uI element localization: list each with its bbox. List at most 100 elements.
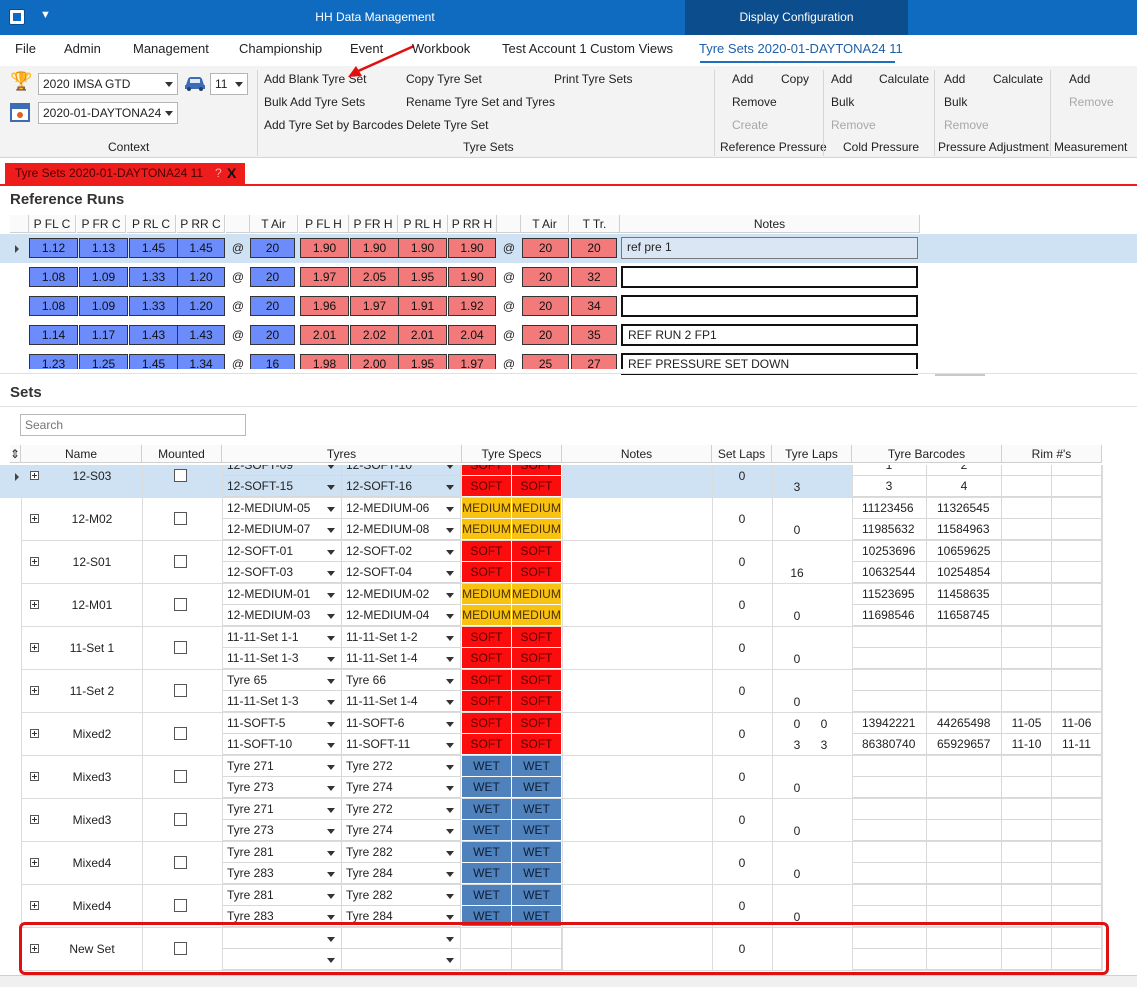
hot-pressure-cell[interactable]: 1.97 xyxy=(300,267,349,287)
cold-pressure-cell[interactable]: 1.13 xyxy=(79,238,128,258)
rim-number-cell[interactable] xyxy=(1002,541,1052,562)
rim-number-cell[interactable] xyxy=(1002,519,1052,540)
set-name[interactable]: Mixed4 xyxy=(42,899,142,913)
chevron-down-icon[interactable] xyxy=(327,593,335,598)
car-select[interactable]: 11 xyxy=(210,73,248,95)
column-header[interactable]: T Air xyxy=(250,215,298,233)
tyre-select[interactable]: 11-11-Set 1-3 xyxy=(223,691,342,712)
tyre-select[interactable]: 11-11-Set 1-1 xyxy=(223,627,342,648)
tyre-select[interactable]: 12-MEDIUM-07 xyxy=(223,519,342,540)
column-header[interactable]: T Air xyxy=(521,215,569,233)
hot-pressure-cell[interactable]: 2.05 xyxy=(350,267,399,287)
chevron-down-icon[interactable] xyxy=(446,894,454,899)
cold-pressure-add-button[interactable]: Add xyxy=(831,72,852,86)
rim-number-cell[interactable] xyxy=(1052,584,1102,605)
tyre-select[interactable]: 11-SOFT-11 xyxy=(342,734,461,755)
mounted-checkbox[interactable] xyxy=(174,813,187,826)
rim-number-cell[interactable] xyxy=(1002,691,1052,712)
close-tab-icon[interactable]: X xyxy=(227,163,236,184)
hot-pressure-cell[interactable]: 1.90 xyxy=(300,238,349,258)
rim-number-cell[interactable] xyxy=(1002,820,1052,841)
ref-pressure-copy-button[interactable]: Copy xyxy=(781,72,809,86)
rim-number-cell[interactable] xyxy=(1002,777,1052,798)
tyre-barcode-cell[interactable]: 65929657 xyxy=(927,734,1002,755)
tyre-select[interactable]: Tyre 273 xyxy=(223,820,342,841)
tyre-barcode-cell[interactable]: 11523695 xyxy=(852,584,927,605)
chevron-down-icon[interactable] xyxy=(446,485,454,490)
tyre-barcode-cell[interactable] xyxy=(852,842,927,863)
air-temp-cell[interactable]: 20 xyxy=(522,325,569,345)
tyre-barcode-cell[interactable]: 10254854 xyxy=(927,562,1002,583)
hot-pressure-cell[interactable]: 1.90 xyxy=(448,238,496,258)
sort-handle-icon[interactable]: ⇕ xyxy=(10,445,21,463)
hot-pressure-cell[interactable]: 1.92 xyxy=(448,296,496,316)
chevron-down-icon[interactable] xyxy=(327,743,335,748)
chevron-down-icon[interactable] xyxy=(446,614,454,619)
cold-pressure-calculate-button[interactable]: Calculate xyxy=(879,72,929,86)
mounted-checkbox[interactable] xyxy=(174,512,187,525)
tyre-select[interactable]: 12-SOFT-01 xyxy=(223,541,342,562)
menu-item[interactable]: File xyxy=(15,41,36,56)
rim-number-cell[interactable] xyxy=(1052,605,1102,626)
chevron-down-icon[interactable] xyxy=(446,765,454,770)
sort-handle[interactable] xyxy=(10,215,29,233)
chevron-down-icon[interactable] xyxy=(446,851,454,856)
cold-pressure-remove-button[interactable]: Remove xyxy=(831,118,876,132)
chevron-down-icon[interactable] xyxy=(446,808,454,813)
set-name[interactable]: 12-M02 xyxy=(42,512,142,526)
column-header-label[interactable]: Tyres xyxy=(222,445,462,463)
hot-pressure-cell[interactable]: 1.90 xyxy=(448,267,496,287)
tyre-select[interactable]: Tyre 65 xyxy=(223,670,342,691)
cold-pressure-cell[interactable]: 1.08 xyxy=(29,296,78,316)
cold-pressure-cell[interactable]: 1.12 xyxy=(29,238,78,258)
tyre-select[interactable]: 11-11-Set 1-3 xyxy=(223,648,342,669)
expand-row-icon[interactable] xyxy=(30,901,39,910)
hot-pressure-cell[interactable]: 2.01 xyxy=(398,325,447,345)
chevron-down-icon[interactable] xyxy=(446,743,454,748)
tyre-barcode-cell[interactable] xyxy=(927,670,1002,691)
air-temp-cell[interactable]: 20 xyxy=(250,267,295,287)
column-header-label[interactable]: Name xyxy=(21,445,142,463)
tyre-barcode-cell[interactable] xyxy=(927,777,1002,798)
set-name[interactable]: 12-S03 xyxy=(42,469,142,483)
cold-pressure-cell[interactable]: 1.33 xyxy=(129,296,178,316)
document-tab[interactable]: Tyre Sets 2020-01-DAYTONA24 11 xyxy=(5,163,245,184)
chevron-down-icon[interactable] xyxy=(327,829,335,834)
tyre-select[interactable]: Tyre 66 xyxy=(342,670,461,691)
tyre-barcode-cell[interactable] xyxy=(927,691,1002,712)
rim-number-cell[interactable] xyxy=(1002,885,1052,906)
column-header[interactable]: P RL H xyxy=(398,215,448,233)
notes-cell[interactable] xyxy=(621,295,918,317)
chevron-down-icon[interactable] xyxy=(446,571,454,576)
tyre-select[interactable]: Tyre 272 xyxy=(342,756,461,777)
air-temp-cell[interactable]: 20 xyxy=(522,296,569,316)
tyre-barcode-cell[interactable] xyxy=(852,670,927,691)
tyre-barcode-cell[interactable]: 44265498 xyxy=(927,713,1002,734)
tyre-barcode-cell[interactable] xyxy=(852,648,927,669)
chevron-down-icon[interactable] xyxy=(327,915,335,920)
column-header-label[interactable]: Notes xyxy=(562,445,712,463)
tyre-barcode-cell[interactable]: 11458635 xyxy=(927,584,1002,605)
tyre-barcode-cell[interactable]: 11698546 xyxy=(852,605,927,626)
rim-number-cell[interactable] xyxy=(1052,756,1102,777)
rim-number-cell[interactable] xyxy=(1002,863,1052,884)
chevron-down-icon[interactable] xyxy=(446,679,454,684)
column-header[interactable]: P FR H xyxy=(349,215,398,233)
track-temp-cell[interactable]: 32 xyxy=(571,267,617,287)
track-temp-cell[interactable]: 20 xyxy=(571,238,617,258)
cold-pressure-cell[interactable]: 1.17 xyxy=(79,325,128,345)
tyre-barcode-cell[interactable]: 4 xyxy=(927,476,1002,497)
tyre-select[interactable]: 11-11-Set 1-2 xyxy=(342,627,461,648)
tyre-barcode-cell[interactable] xyxy=(927,842,1002,863)
air-temp-cell[interactable]: 20 xyxy=(522,238,569,258)
tyre-barcode-cell[interactable]: 11326545 xyxy=(927,498,1002,519)
chevron-down-icon[interactable] xyxy=(446,593,454,598)
hot-pressure-cell[interactable]: 1.96 xyxy=(300,296,349,316)
bulk-add-tyre-sets-button[interactable]: Bulk Add Tyre Sets xyxy=(264,95,365,109)
tyre-select[interactable]: 12-MEDIUM-06 xyxy=(342,498,461,519)
tyre-select[interactable]: Tyre 272 xyxy=(342,799,461,820)
expand-row-icon[interactable] xyxy=(30,643,39,652)
cold-pressure-bulk-button[interactable]: Bulk xyxy=(831,95,854,109)
menu-item[interactable]: Tyre Sets 2020-01-DAYTONA24 11 xyxy=(699,41,903,56)
mounted-checkbox[interactable] xyxy=(174,684,187,697)
